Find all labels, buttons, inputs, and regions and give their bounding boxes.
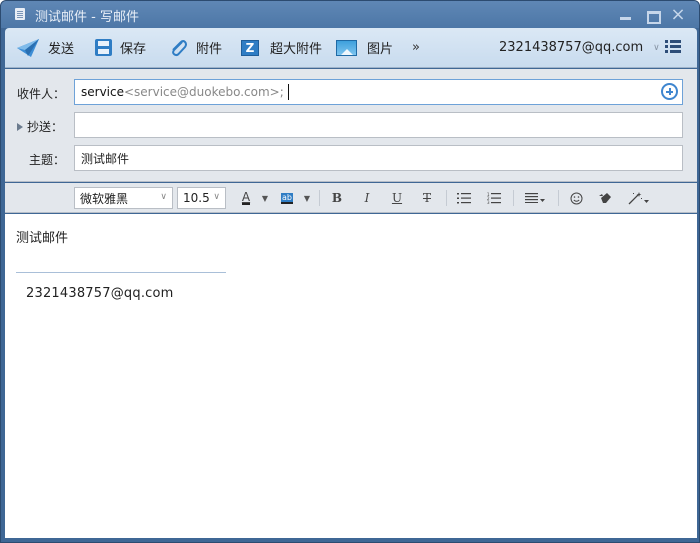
separator (319, 190, 320, 206)
emoji-button[interactable] (568, 188, 584, 208)
picture-label: 图片 (367, 42, 394, 57)
menu-list-icon[interactable] (665, 40, 681, 54)
font-size-select[interactable]: 10.5 ∨ (177, 187, 226, 209)
magic-wand-icon (628, 191, 649, 204)
highlight-button[interactable]: ab (279, 188, 295, 208)
picture-button[interactable]: 图片 (336, 28, 393, 67)
separator (558, 190, 559, 206)
main-toolbar: 发送 保存 附件 Z 超大附件 图片 » 2321438757@qq.com ∨ (5, 28, 697, 68)
title-bar[interactable]: 测试邮件 - 写邮件 × (1, 1, 699, 28)
message-body-editor[interactable]: 测试邮件 2321438757@qq.com (5, 214, 697, 538)
font-color-dropdown[interactable]: ▼ (260, 188, 270, 208)
attachment-label: 附件 (196, 42, 223, 57)
subject-label: 主题： (29, 153, 66, 167)
chevron-down-icon: ∨ (160, 192, 167, 202)
send-label: 发送 (48, 42, 75, 57)
align-button[interactable] (524, 188, 548, 208)
add-contact-icon[interactable] (661, 83, 678, 100)
bold-button[interactable]: B (330, 188, 344, 208)
send-icon (16, 38, 40, 58)
to-input[interactable]: service <service@duokebo.com>; (74, 79, 683, 105)
cc-toggle[interactable]: 抄送： (17, 118, 63, 135)
bullet-list-button[interactable] (456, 188, 472, 208)
to-label: 收件人： (17, 87, 66, 101)
recipient-name: service (81, 85, 124, 99)
separator (513, 190, 514, 206)
document-icon (15, 8, 25, 20)
chevron-down-icon: ∨ (213, 192, 220, 202)
close-button[interactable]: × (669, 6, 687, 24)
maximize-button[interactable] (643, 7, 661, 24)
underline-button[interactable]: U (390, 188, 404, 208)
save-label: 保存 (120, 42, 147, 57)
align-icon (525, 193, 545, 203)
send-button[interactable]: 发送 (16, 28, 74, 67)
expand-triangle-icon (17, 122, 23, 131)
picture-icon (336, 39, 357, 56)
large-attachment-label: 超大附件 (270, 42, 323, 57)
italic-button[interactable]: I (360, 188, 374, 208)
large-attachment-icon: Z (241, 39, 259, 56)
window-title: 测试邮件 - 写邮件 (35, 10, 139, 25)
save-button[interactable]: 保存 (95, 28, 146, 67)
minimize-button[interactable] (617, 7, 635, 23)
svg-text:3: 3 (487, 200, 490, 204)
attachment-button[interactable]: 附件 (168, 28, 222, 67)
cc-input[interactable] (74, 112, 683, 138)
numbered-list-icon: 1 2 3 (487, 192, 501, 204)
large-attachment-button[interactable]: Z 超大附件 (241, 28, 322, 67)
signature-text: 2321438757@qq.com (26, 286, 174, 301)
signature-divider (16, 272, 226, 273)
account-email: 2321438757@qq.com (499, 40, 644, 55)
paperclip-icon (168, 38, 188, 58)
cc-label: 抄送： (27, 120, 64, 134)
separator (446, 190, 447, 206)
chevron-down-icon: ∨ (653, 42, 660, 53)
strikethrough-button[interactable]: T (420, 188, 434, 208)
font-size-value: 10.5 (183, 191, 210, 205)
account-selector[interactable]: 2321438757@qq.com ∨ (499, 28, 660, 67)
save-icon (95, 39, 112, 56)
eraser-icon (598, 193, 611, 203)
subject-input[interactable]: 测试邮件 (74, 145, 683, 171)
font-family-select[interactable]: 微软雅黑 ∨ (74, 187, 173, 209)
format-toolbar: 微软雅黑 ∨ 10.5 ∨ A ▼ ab ▼ B I U T 1 2 3 (5, 183, 697, 213)
text-cursor (287, 84, 289, 100)
body-text: 测试邮件 (16, 231, 69, 246)
smiley-icon (570, 192, 582, 204)
subject-value: 测试邮件 (81, 151, 130, 166)
highlight-dropdown[interactable]: ▼ (302, 188, 312, 208)
more-icon: » (412, 40, 420, 55)
compose-window: 测试邮件 - 写邮件 × 发送 保存 附件 Z 超大附件 图片 » 232143… (0, 0, 700, 543)
font-color-button[interactable]: A (239, 188, 253, 208)
recipient-address: <service@duokebo.com>; (123, 85, 284, 99)
header-fields: 收件人： service <service@duokebo.com>; 抄送： … (5, 69, 697, 182)
font-family-value: 微软雅黑 (80, 191, 129, 206)
format-painter-button[interactable] (597, 188, 613, 208)
font-color-icon: A (241, 190, 251, 205)
highlight-icon: ab (281, 192, 293, 204)
magic-wand-button[interactable] (627, 188, 651, 208)
bullet-list-icon (457, 192, 471, 203)
more-button[interactable]: » (412, 28, 420, 67)
numbered-list-button[interactable]: 1 2 3 (486, 188, 502, 208)
